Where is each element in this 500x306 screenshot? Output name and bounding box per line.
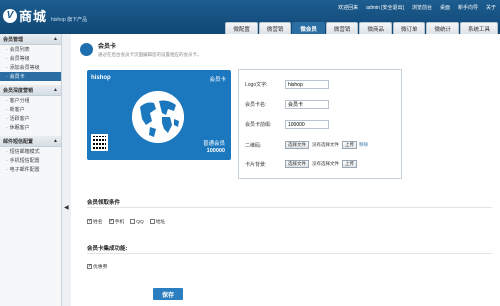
page-header: 会员卡 通过在后台会员卡页面编辑您的设置相应的会员卡。: [80, 41, 202, 58]
tab-system-tools[interactable]: 系统工具: [459, 22, 498, 34]
card-prefix-input[interactable]: [285, 120, 329, 129]
sidebar-group-members[interactable]: 会员管理 ▲: [0, 34, 61, 45]
background-no-file-text: 没有选择文件: [312, 161, 339, 166]
logo-text-input[interactable]: [285, 80, 329, 89]
tab-orders[interactable]: 微订单: [392, 22, 426, 34]
member-card-preview: hishop 会员卡 普通会员 100000: [87, 70, 231, 160]
conditions-checkboxes: 姓名 手机 QQ 地址: [87, 218, 165, 225]
sidebar-item-sms-config[interactable]: · 手机短信配置: [0, 156, 61, 165]
condition-qq-checkbox[interactable]: QQ: [130, 218, 144, 224]
main-content: 会员卡 通过在后台会员卡页面编辑您的设置相应的会员卡。 hishop 会员卡 普…: [71, 34, 500, 306]
collapse-icon: ▲: [53, 87, 58, 93]
card-name-input[interactable]: [285, 100, 329, 109]
card-brand: hishop: [91, 75, 111, 81]
sidebar-collapse-icon[interactable]: ◀: [64, 204, 69, 211]
sidebar-item-new-customer[interactable]: · 新客户: [0, 105, 61, 114]
qrcode-choose-file-button[interactable]: 选择文件: [285, 141, 309, 149]
user-logout-link[interactable]: admin [安全退出]: [366, 4, 404, 11]
tab-products[interactable]: 微商品: [359, 22, 392, 34]
page-icon: [80, 43, 93, 56]
main-tabs: 微配置 微营销 微会员 微营销 微商品 微订单 微统计 系统工具: [225, 22, 498, 34]
card-number: 100000: [206, 148, 225, 154]
background-upload-button[interactable]: 上传: [342, 160, 357, 168]
background-label: 卡片背景:: [245, 161, 267, 168]
conditions-title: 会员领取条件: [87, 200, 121, 206]
logo-text-label: Logo文字:: [245, 82, 268, 88]
collapse-icon: ▲: [53, 138, 58, 144]
sidebar-item-add-level[interactable]: · 添加会员等级: [0, 63, 61, 72]
qrcode-label: 二维码:: [245, 142, 262, 149]
tab-marketing-2[interactable]: 微营销: [325, 22, 359, 34]
desktop-link[interactable]: 桌面: [440, 4, 450, 11]
card-settings-form: Logo文字: 会员卡名: 会员卡前缀: 二维码: 选择文件 没有选择文件 上传…: [238, 69, 402, 179]
qrcode-upload-button[interactable]: 上传: [342, 141, 357, 149]
browse-frontend-link[interactable]: 浏览前台: [412, 4, 432, 11]
top-links: 欢迎回来 admin [安全退出] 浏览前台 桌面 新手向导 关于: [338, 4, 496, 11]
sidebar-item-dormant-customer[interactable]: · 休眠客户: [0, 123, 61, 132]
sidebar-item-member-list[interactable]: · 会员列表: [0, 45, 61, 54]
integration-checkboxes: 优惠券: [87, 263, 107, 270]
logo: V 商城 hishop 旗下产品: [3, 6, 87, 25]
integration-title: 会员卡集成功能:: [87, 246, 128, 252]
tab-stats[interactable]: 微统计: [426, 22, 459, 34]
qrcode-remove-link[interactable]: 移除: [359, 142, 368, 148]
page-title: 会员卡: [98, 44, 117, 50]
save-button[interactable]: 保存: [153, 288, 183, 300]
divider: [87, 207, 492, 208]
sidebar-group-deep-marketing[interactable]: 会员深度营销 ▲: [0, 85, 61, 96]
sidebar-item-active-customer[interactable]: · 活跃客户: [0, 114, 61, 123]
globe-icon: [132, 91, 184, 143]
card-name-label: 会员卡名:: [245, 102, 267, 108]
sidebar-item-sms-email-mode[interactable]: · 短信邮箱模式: [0, 147, 61, 156]
qrcode-no-file-text: 没有选择文件: [312, 142, 339, 147]
divider: [87, 253, 492, 254]
logo-subtitle: hishop 旗下产品: [51, 17, 88, 23]
sidebar-group-sms-email[interactable]: 邮件短信配置 ▲: [0, 136, 61, 147]
tab-config[interactable]: 微配置: [225, 22, 258, 34]
qrcode-image: [91, 134, 108, 151]
sidebar-item-email-config[interactable]: · 电子邮件配置: [0, 165, 61, 174]
logo-mark: V: [3, 8, 17, 23]
top-header: V 商城 hishop 旗下产品 欢迎回来 admin [安全退出] 浏览前台 …: [0, 0, 500, 34]
logo-text: 商城: [19, 9, 48, 24]
integration-coupon-checkbox[interactable]: 优惠券: [87, 263, 107, 270]
condition-name-checkbox[interactable]: 姓名: [87, 218, 103, 225]
guide-link[interactable]: 新手向导: [458, 4, 478, 11]
background-choose-file-button[interactable]: 选择文件: [285, 160, 309, 168]
sidebar: 会员管理 ▲ · 会员列表 · 会员等级 · 添加会员等级 · 会员卡 会员深度营销 ▲ ·…: [0, 34, 62, 306]
card-prefix-label: 会员卡前缀:: [245, 122, 272, 128]
welcome-text: 欢迎回来: [338, 5, 359, 11]
condition-address-checkbox[interactable]: 地址: [149, 218, 165, 225]
condition-phone-checkbox[interactable]: 手机: [108, 218, 124, 225]
page-subtitle: 通过在后台会员卡页面编辑您的设置相应的会员卡。: [98, 52, 202, 57]
sidebar-item-member-card[interactable]: · 会员卡: [0, 72, 61, 81]
collapse-icon: ▲: [53, 36, 58, 42]
about-link[interactable]: 关于: [486, 4, 496, 11]
sidebar-item-customer-group[interactable]: · 客户分组: [0, 96, 61, 105]
tab-members[interactable]: 微会员: [292, 22, 325, 34]
tab-marketing[interactable]: 微营销: [258, 22, 292, 34]
card-level: 普通会员: [202, 141, 225, 147]
card-name: 会员卡: [209, 77, 226, 83]
sidebar-item-member-level[interactable]: · 会员等级: [0, 54, 61, 63]
